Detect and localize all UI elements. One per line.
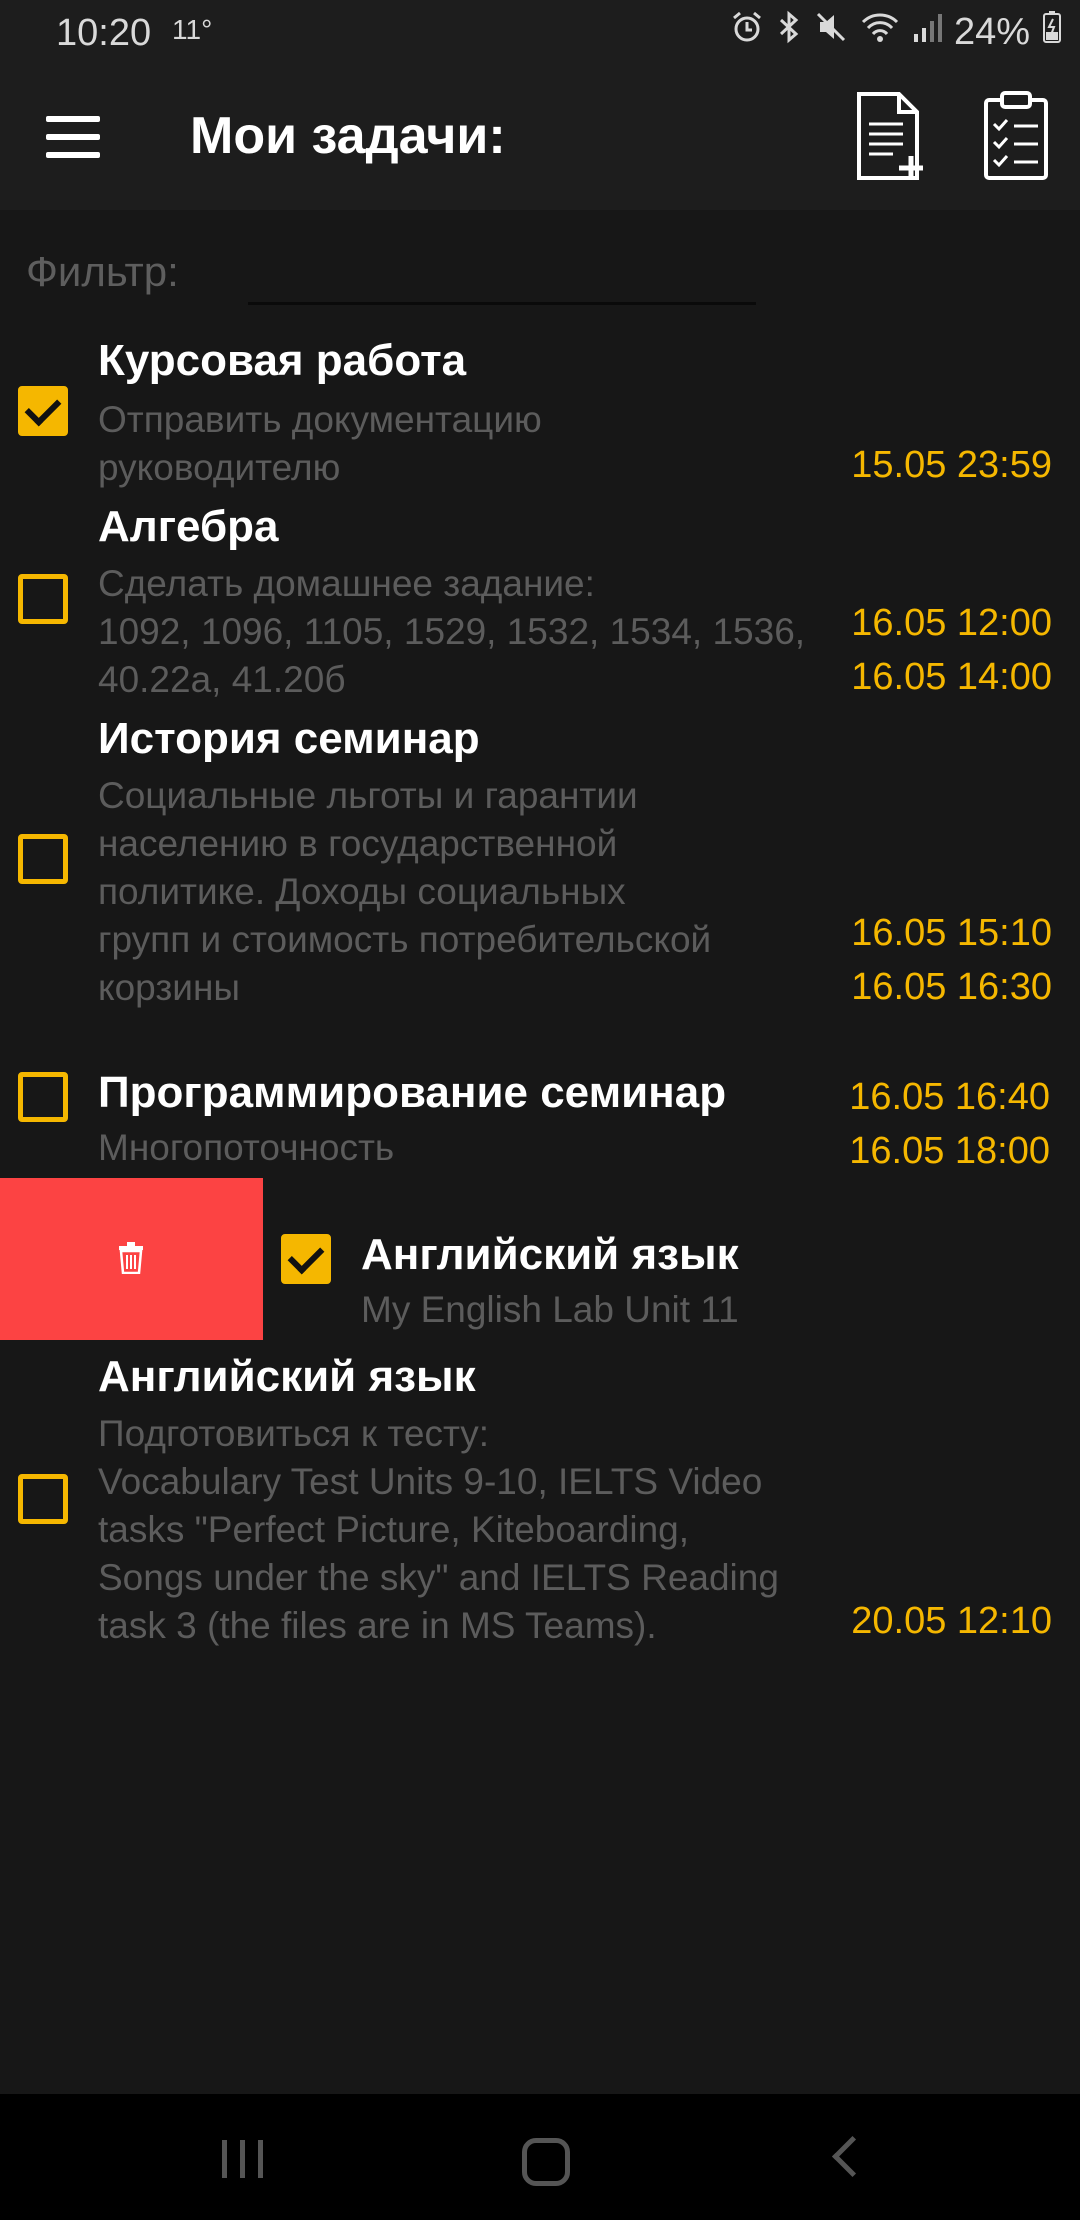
task-checkbox[interactable]: [281, 1234, 331, 1284]
trash-icon: [118, 1242, 144, 1275]
task-description: Подготовиться к тесту: Vocabulary Test U…: [98, 1413, 779, 1646]
signal-icon: [912, 10, 942, 54]
filter-input[interactable]: [248, 238, 756, 305]
bluetooth-icon: [776, 10, 802, 54]
task-title: Английский язык: [361, 1230, 739, 1279]
task-checkbox[interactable]: [18, 1474, 68, 1524]
back-icon[interactable]: [831, 2135, 874, 2178]
task-description: Отправить документацию руководителю: [98, 399, 542, 488]
task-date: 16.05 18:00: [849, 1130, 1050, 1172]
task-checkbox[interactable]: [18, 574, 68, 624]
battery-icon: [1042, 10, 1062, 54]
delete-action[interactable]: [0, 1178, 263, 1340]
task-date: 16.05 14:00: [851, 656, 1052, 698]
task-title: Курсовая работа: [98, 336, 467, 385]
task-title: История семинар: [98, 714, 480, 763]
status-temperature: 11°: [172, 14, 213, 45]
task-checkbox[interactable]: [18, 1072, 68, 1122]
task-title: Английский язык: [98, 1352, 476, 1401]
add-note-icon[interactable]: [855, 90, 925, 182]
page-title: Мои задачи:: [190, 107, 506, 165]
recent-apps-icon[interactable]: [222, 2140, 264, 2178]
home-icon[interactable]: [522, 2138, 570, 2186]
task-date: 20.05 12:10: [851, 1600, 1052, 1642]
battery-percent: 24%: [953, 10, 1030, 53]
task-description: My English Lab Unit 11: [361, 1289, 739, 1330]
wifi-icon: [860, 10, 900, 54]
status-icons: 24%: [730, 10, 1062, 54]
task-title: Алгебра: [98, 502, 279, 551]
task-title: Программирование семинар: [98, 1068, 727, 1117]
status-time: 10:20: [56, 12, 152, 54]
alarm-icon: [730, 10, 764, 54]
task-date: 16.05 16:30: [851, 966, 1052, 1008]
task-checkbox[interactable]: [18, 386, 68, 436]
checklist-icon[interactable]: [982, 90, 1052, 182]
task-description: Многопоточность: [98, 1127, 395, 1168]
task-description: Социальные льготы и гарантии населению в…: [98, 775, 712, 1008]
app-bar: Мои задачи:: [0, 70, 1080, 210]
status-bar: 10:20 11° 24%: [0, 0, 1080, 70]
hamburger-menu-icon[interactable]: [46, 116, 100, 158]
task-description: Сделать домашнее задание: 1092, 1096, 11…: [98, 563, 806, 700]
task-checkbox[interactable]: [18, 834, 68, 884]
task-date: 16.05 12:00: [851, 602, 1052, 644]
filter-label: Фильтр:: [26, 248, 179, 295]
task-date: 16.05 16:40: [849, 1076, 1050, 1118]
mute-icon: [814, 10, 848, 54]
system-nav-bar: [0, 2094, 1080, 2220]
task-date: 15.05 23:59: [851, 444, 1052, 486]
task-date: 16.05 15:10: [851, 912, 1052, 954]
